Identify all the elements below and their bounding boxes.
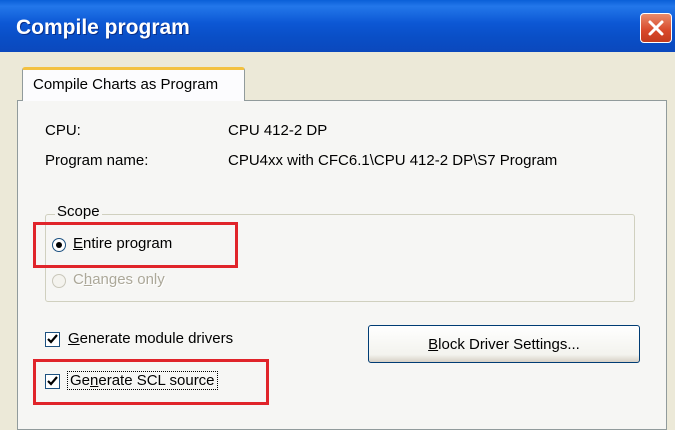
generate-module-drivers-label[interactable]: Generate module drivers: [68, 330, 233, 347]
program-name-label: Program name:: [45, 152, 149, 169]
cpu-label: CPU:: [45, 122, 81, 139]
highlight-generate-scl-source: [33, 359, 269, 405]
tab-compile-charts[interactable]: Compile Charts as Program: [22, 67, 245, 101]
generate-module-drivers-checkbox[interactable]: [45, 332, 60, 347]
block-driver-settings-button[interactable]: Block Driver Settings...: [368, 325, 640, 363]
checkmark-icon: [47, 334, 58, 344]
close-button[interactable]: [640, 13, 672, 43]
changes-only-radio[interactable]: [52, 274, 66, 288]
window-title: Compile program: [16, 16, 190, 39]
compile-program-dialog: Compile program Compile Charts as Progra…: [0, 0, 675, 430]
close-icon: [648, 20, 664, 36]
title-bar[interactable]: Compile program: [0, 0, 675, 52]
tab-label: Compile Charts as Program: [33, 76, 219, 93]
highlight-entire-program: [33, 222, 238, 268]
cpu-value: CPU 412-2 DP: [228, 122, 328, 139]
scope-legend: Scope: [55, 203, 102, 220]
changes-only-label[interactable]: Changes only: [73, 271, 165, 288]
program-name-value: CPU4xx with CFC6.1\CPU 412-2 DP\S7 Progr…: [228, 152, 558, 169]
